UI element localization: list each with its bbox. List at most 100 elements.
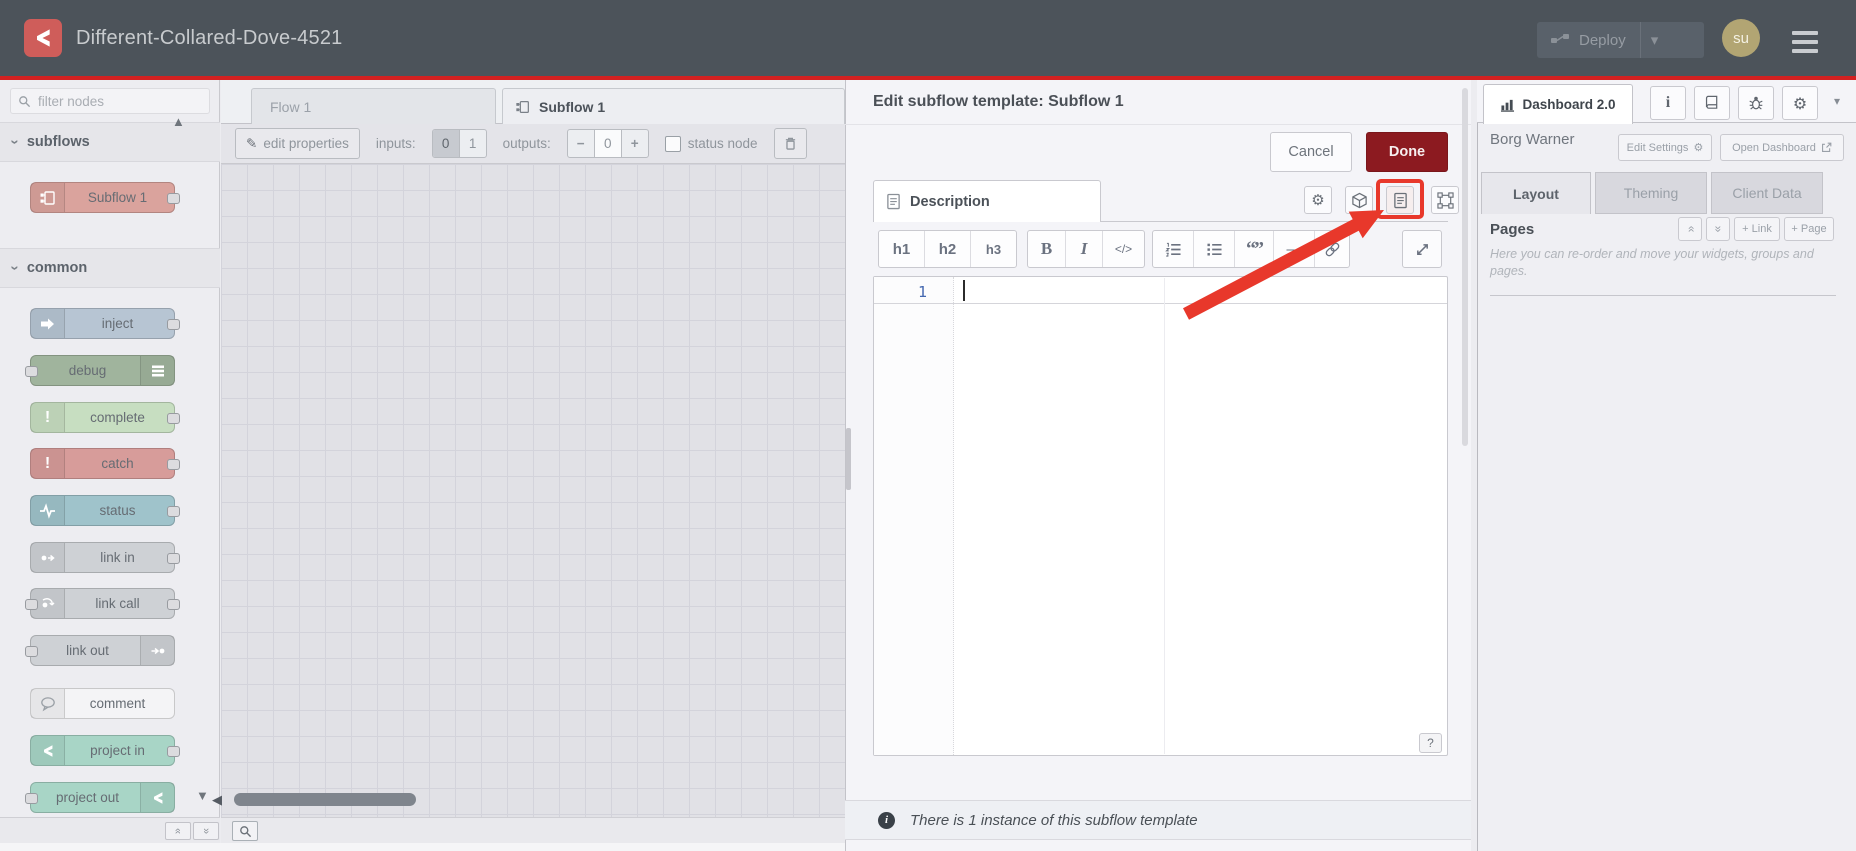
- tab-dashboard-2[interactable]: Dashboard 2.0: [1483, 84, 1633, 124]
- tab-subflow-1[interactable]: Subflow 1: [502, 88, 845, 124]
- palette-node-debug[interactable]: debug: [25, 355, 175, 386]
- outputs-stepper[interactable]: − 0 +: [566, 129, 649, 158]
- bar-chart-icon: [1500, 98, 1515, 112]
- outputs-value: 0: [593, 130, 621, 157]
- bottom-strip: [0, 843, 845, 851]
- palette-node-link-in[interactable]: link in: [30, 542, 180, 573]
- sidebar-menu-caret-icon[interactable]: ▾: [1834, 94, 1840, 108]
- palette-category-subflows[interactable]: › subflows: [0, 122, 220, 162]
- code-button[interactable]: </>: [1102, 231, 1144, 267]
- editor-active-line: [874, 277, 1447, 304]
- horizontal-rule-button[interactable]: —: [1273, 231, 1314, 267]
- info-icon: i: [1665, 94, 1671, 111]
- move-down-button[interactable]: »: [1706, 217, 1730, 241]
- tab-description[interactable]: Description: [873, 180, 1101, 222]
- scroll-left-icon[interactable]: ◀: [212, 792, 222, 808]
- edit-settings-button[interactable]: Edit Settings ⚙: [1618, 134, 1712, 161]
- tray-title: Edit subflow template: Subflow 1: [873, 93, 1124, 110]
- tab-theming[interactable]: Theming: [1595, 172, 1707, 214]
- node-port: [167, 506, 180, 517]
- inputs-option-0[interactable]: 0: [432, 130, 459, 157]
- inputs-toggle[interactable]: 0 1: [431, 129, 487, 158]
- expand-editor-button[interactable]: [1402, 230, 1442, 268]
- search-icon: [18, 95, 31, 108]
- palette-scroll-up-icon[interactable]: ▲: [172, 114, 185, 129]
- palette-search-input[interactable]: filter nodes: [10, 88, 210, 114]
- cube-icon: [1351, 192, 1368, 209]
- tab-flow-1[interactable]: Flow 1: [251, 88, 496, 124]
- ordered-list-button[interactable]: [1153, 231, 1193, 267]
- pencil-icon: ✎: [246, 135, 258, 151]
- palette-node-project-in[interactable]: project in: [30, 735, 180, 766]
- add-page-button[interactable]: + Page: [1784, 217, 1834, 241]
- move-up-button[interactable]: »: [1678, 217, 1702, 241]
- cancel-button[interactable]: Cancel: [1270, 132, 1352, 172]
- deploy-caret-icon[interactable]: ▾: [1651, 31, 1659, 49]
- debug-sidebar-button[interactable]: [1738, 86, 1774, 120]
- edit-properties-button[interactable]: ✎ edit properties: [235, 128, 360, 159]
- outputs-minus-button[interactable]: −: [568, 130, 594, 157]
- status-node-toggle[interactable]: status node: [664, 135, 758, 152]
- palette-node-comment[interactable]: comment: [30, 688, 175, 719]
- info-sidebar-button[interactable]: i: [1650, 86, 1686, 120]
- unordered-list-button[interactable]: [1193, 231, 1234, 267]
- open-dashboard-button[interactable]: Open Dashboard: [1720, 134, 1844, 161]
- editor-help-button[interactable]: ?: [1419, 733, 1442, 753]
- horizontal-scrollbar[interactable]: [234, 793, 416, 806]
- link-button[interactable]: [1314, 231, 1349, 267]
- palette-node-subflow[interactable]: Subflow 1: [30, 182, 180, 213]
- search-flows-button[interactable]: [232, 821, 258, 841]
- deploy-button[interactable]: Deploy ▾: [1537, 22, 1704, 58]
- node-red-icon: [31, 736, 65, 765]
- tab-layout[interactable]: Layout: [1481, 172, 1591, 214]
- appearance-button[interactable]: [1431, 186, 1459, 214]
- gear-icon: ⚙: [1693, 141, 1704, 154]
- tab-client-data[interactable]: Client Data: [1711, 172, 1823, 214]
- double-chevron-up-icon: »: [1683, 225, 1697, 233]
- italic-button[interactable]: I: [1065, 231, 1102, 267]
- bold-button[interactable]: B: [1028, 231, 1065, 267]
- help-sidebar-button[interactable]: [1694, 86, 1730, 120]
- chevron-down-icon: ›: [6, 265, 23, 271]
- delete-subflow-button[interactable]: [773, 128, 807, 159]
- h1-button[interactable]: h1: [879, 231, 924, 267]
- palette-node-catch[interactable]: ! catch: [30, 448, 180, 479]
- add-link-button[interactable]: + Link: [1734, 217, 1780, 241]
- collapse-all-button[interactable]: »: [165, 822, 191, 840]
- user-avatar[interactable]: su: [1722, 19, 1760, 57]
- tray-resize-grip[interactable]: [846, 428, 851, 490]
- info-icon: i: [878, 811, 895, 829]
- palette-category-common[interactable]: › common: [0, 248, 220, 288]
- main-menu-button[interactable]: [1792, 26, 1818, 58]
- trash-icon: [784, 136, 797, 151]
- palette-node-link-call[interactable]: link call: [25, 588, 180, 619]
- external-link-icon: [1821, 142, 1832, 153]
- done-button[interactable]: Done: [1366, 132, 1448, 172]
- gear-icon: ⚙: [1311, 191, 1325, 209]
- palette-node-project-out[interactable]: project out: [25, 782, 175, 813]
- blockquote-button[interactable]: “”: [1234, 231, 1273, 267]
- palette-node-inject[interactable]: inject: [30, 308, 180, 339]
- inputs-option-1[interactable]: 1: [458, 130, 486, 157]
- tray-scrollbar[interactable]: [1462, 88, 1468, 446]
- config-sidebar-button[interactable]: ⚙: [1782, 86, 1818, 120]
- double-chevron-up-icon: »: [172, 827, 184, 835]
- description-editor[interactable]: 1: [873, 276, 1448, 756]
- status-node-checkbox[interactable]: [664, 135, 681, 152]
- bug-icon: [1748, 95, 1764, 111]
- palette-scroll-down-icon[interactable]: ▼: [196, 788, 209, 803]
- outputs-plus-button[interactable]: +: [620, 130, 648, 157]
- palette-search-placeholder: filter nodes: [38, 93, 105, 109]
- palette-node-status[interactable]: status: [30, 495, 180, 526]
- subflow-icon: [31, 183, 65, 212]
- h2-button[interactable]: h2: [924, 231, 970, 267]
- h3-button[interactable]: h3: [970, 231, 1016, 267]
- inject-icon: [31, 309, 65, 338]
- module-properties-button[interactable]: [1345, 186, 1373, 214]
- palette-node-complete[interactable]: ! complete: [30, 402, 180, 433]
- expand-all-button[interactable]: »: [193, 822, 219, 840]
- subflow-settings-button[interactable]: ⚙: [1304, 186, 1332, 214]
- workspace-canvas[interactable]: [221, 164, 845, 817]
- palette-node-link-out[interactable]: link out: [25, 635, 175, 666]
- workspace-title: Different-Collared-Dove-4521: [76, 26, 343, 49]
